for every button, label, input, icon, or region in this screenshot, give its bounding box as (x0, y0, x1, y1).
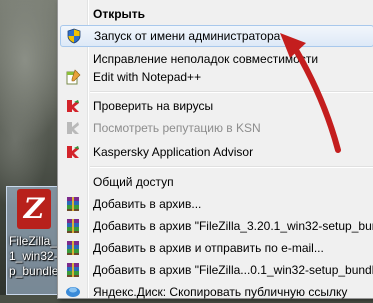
menu-item-label: Посмотреть репутацию в KSN (93, 121, 261, 135)
kaspersky-icon (67, 146, 79, 158)
menu-item-add-named-archive-email[interactable]: Добавить в архив "FileZilla...0.1_win32-… (60, 259, 373, 281)
menu-item-label: Общий доступ (93, 175, 174, 189)
menu-separator (90, 91, 373, 93)
winrar-icon (67, 241, 79, 255)
desktop-file-icon-filezilla[interactable]: Z FileZilla_ 1_win32- p_bundle (6, 186, 64, 295)
menu-item-label: Добавить в архив и отправить по e-mail..… (93, 241, 324, 255)
filezilla-icon: Z (17, 189, 51, 229)
menu-item-label: Kaspersky Application Advisor (93, 145, 254, 159)
menu-item-yandex-disk-copy-link[interactable]: Яндекс.Диск: Скопировать публичную ссылк… (60, 281, 373, 303)
menu-item-add-to-archive[interactable]: Добавить в архив... (60, 193, 373, 215)
menu-item-label: Добавить в архив... (93, 197, 202, 211)
menu-item-ksn-reputation[interactable]: Посмотреть репутацию в KSN (60, 117, 373, 139)
menu-separator (90, 166, 373, 168)
menu-item-label: Запуск от имени администратора (94, 29, 281, 43)
yandex-disk-icon (66, 287, 80, 297)
menu-item-label: Добавить в архив "FileZilla_3.20.1_win32… (93, 219, 373, 233)
menu-item-open[interactable]: Открыть (60, 3, 373, 25)
winrar-icon (67, 197, 79, 211)
uac-shield-icon (67, 28, 81, 44)
winrar-icon (67, 219, 79, 233)
menu-item-label: Добавить в архив "FileZilla...0.1_win32-… (93, 263, 373, 277)
menu-item-add-archive-email[interactable]: Добавить в архив и отправить по e-mail..… (60, 237, 373, 259)
menu-item-run-as-admin[interactable]: Запуск от имени администратора (60, 25, 373, 47)
notepad-plus-plus-icon (66, 69, 81, 85)
menu-item-scan-viruses[interactable]: Проверить на вирусы (60, 95, 373, 117)
kaspersky-icon (67, 100, 79, 112)
context-menu: Открыть Запуск от имени администратора И… (57, 0, 373, 299)
menu-item-add-to-named-archive[interactable]: Добавить в архив "FileZilla_3.20.1_win32… (60, 215, 373, 237)
menu-item-label: Edit with Notepad++ (93, 70, 202, 84)
menu-item-label: Яндекс.Диск: Скопировать публичную ссылк… (93, 285, 348, 299)
menu-item-kaspersky-advisor[interactable]: Kaspersky Application Advisor (60, 141, 373, 163)
menu-item-edit-notepad-plus-plus[interactable]: Edit with Notepad++ (60, 66, 373, 88)
menu-item-share[interactable]: Общий доступ (60, 171, 373, 193)
menu-item-label: Проверить на вирусы (93, 99, 214, 113)
winrar-icon (67, 263, 79, 277)
menu-item-label: Открыть (93, 7, 146, 21)
kaspersky-icon (67, 122, 79, 134)
